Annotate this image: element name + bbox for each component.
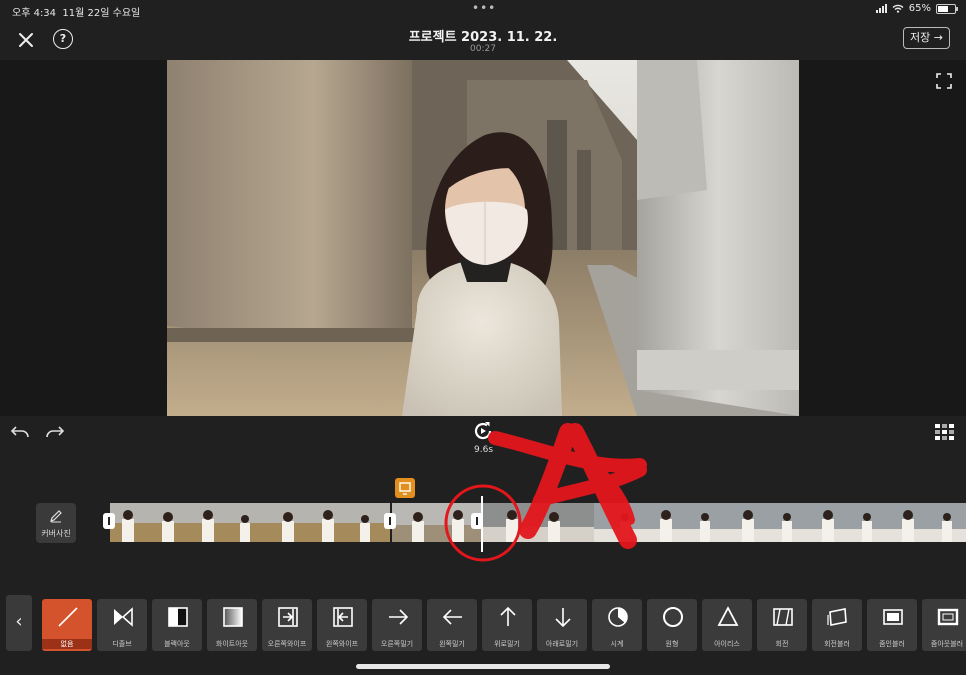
clip-duration: 9.6s [474,445,494,455]
save-button[interactable]: 저장 → [903,27,950,49]
clip-strip[interactable] [110,503,966,542]
transition-handle[interactable] [384,513,396,529]
arrow-up-icon [500,606,516,626]
project-duration: 00:27 [470,44,496,54]
fullscreen-icon[interactable] [936,73,952,89]
cover-photo-label: 커버사진 [41,529,71,538]
top-bar: ? 프로젝트 2023. 11. 22. 00:27 저장 → [0,20,966,60]
battery-percent: 65% [908,3,931,14]
help-icon[interactable]: ? [53,29,73,49]
redo-icon[interactable] [45,423,65,439]
replay-icon[interactable] [472,420,494,442]
playhead[interactable] [481,496,483,552]
wifi-icon [892,4,904,13]
cover-photo-button[interactable]: 커버사진 [36,503,76,543]
wipe-right-icon [278,607,298,627]
arrow-left-icon [442,609,462,625]
transition-push-down[interactable]: 아래로밀기 [537,599,587,651]
transition-blackout[interactable]: 블랙아웃 [152,599,202,651]
transition-toolbar: ‹ 없음 디졸브 블랙아웃 화이트아웃 오른쪽와이프 왼쪽와이프 오른쪽밀기 왼… [0,595,966,655]
close-icon[interactable] [14,28,38,52]
clip-thumbnails [110,503,966,542]
zoom-in-blur-icon [883,609,903,625]
undo-icon[interactable] [10,423,30,439]
whiteout-icon [223,607,243,627]
transition-wipe-left[interactable]: 왼쪽와이프 [317,599,367,651]
project-title: 프로젝트 2023. 11. 22. [408,30,558,45]
transition-zoom-out-blur[interactable]: 줌아웃블러 [922,599,966,651]
transition-zoom-in-blur[interactable]: 줌인블러 [867,599,917,651]
iris-triangle-icon [717,606,739,626]
transition-wipe-right[interactable]: 오른쪽와이프 [262,599,312,651]
rotate-blur-icon [827,608,847,626]
transition-handle[interactable] [103,513,115,529]
edit-pencil-icon [50,510,62,523]
transition-marker-icon[interactable] [395,478,415,498]
transition-dissolve[interactable]: 디졸브 [97,599,147,651]
status-bar: 오후 4:34 11월 22일 수요일 ••• 65% [0,0,966,20]
circle-icon [663,607,683,627]
status-time: 오후 4:34 11월 22일 수요일 [12,8,141,19]
transition-whiteout[interactable]: 화이트아웃 [207,599,257,651]
grid-view-icon[interactable] [935,424,954,440]
preview-photo [167,60,799,416]
none-slash-icon [58,607,78,627]
dissolve-icon [114,607,133,627]
collapse-toolbar-button[interactable]: ‹ [6,595,32,651]
wipe-left-icon [333,607,353,627]
transition-circle[interactable]: 원형 [647,599,697,651]
rotate-icon [773,608,793,626]
transition-none[interactable]: 없음 [42,599,92,651]
blackout-icon [168,607,188,627]
status-date: 11월 22일 수요일 [62,8,141,19]
transition-iris[interactable]: 아이리스 [702,599,752,651]
arrow-right-icon [389,609,409,625]
arrow-down-icon [555,608,571,628]
home-indicator[interactable] [356,664,610,669]
video-preview [0,60,966,416]
clock-wipe-icon [608,607,628,627]
transition-rotate[interactable]: 회전 [757,599,807,651]
transition-push-up[interactable]: 위로밀기 [482,599,532,651]
transition-push-right[interactable]: 오른쪽밀기 [372,599,422,651]
battery-icon [936,3,958,14]
transition-clock[interactable]: 시계 [592,599,642,651]
zoom-out-blur-icon [937,608,959,626]
transition-push-left[interactable]: 왼쪽밀기 [427,599,477,651]
timeline: 커버사진 [0,476,966,576]
multitasking-dots[interactable]: ••• [472,1,496,15]
transition-rotate-blur[interactable]: 회전블러 [812,599,862,651]
signal-icon [875,4,887,13]
